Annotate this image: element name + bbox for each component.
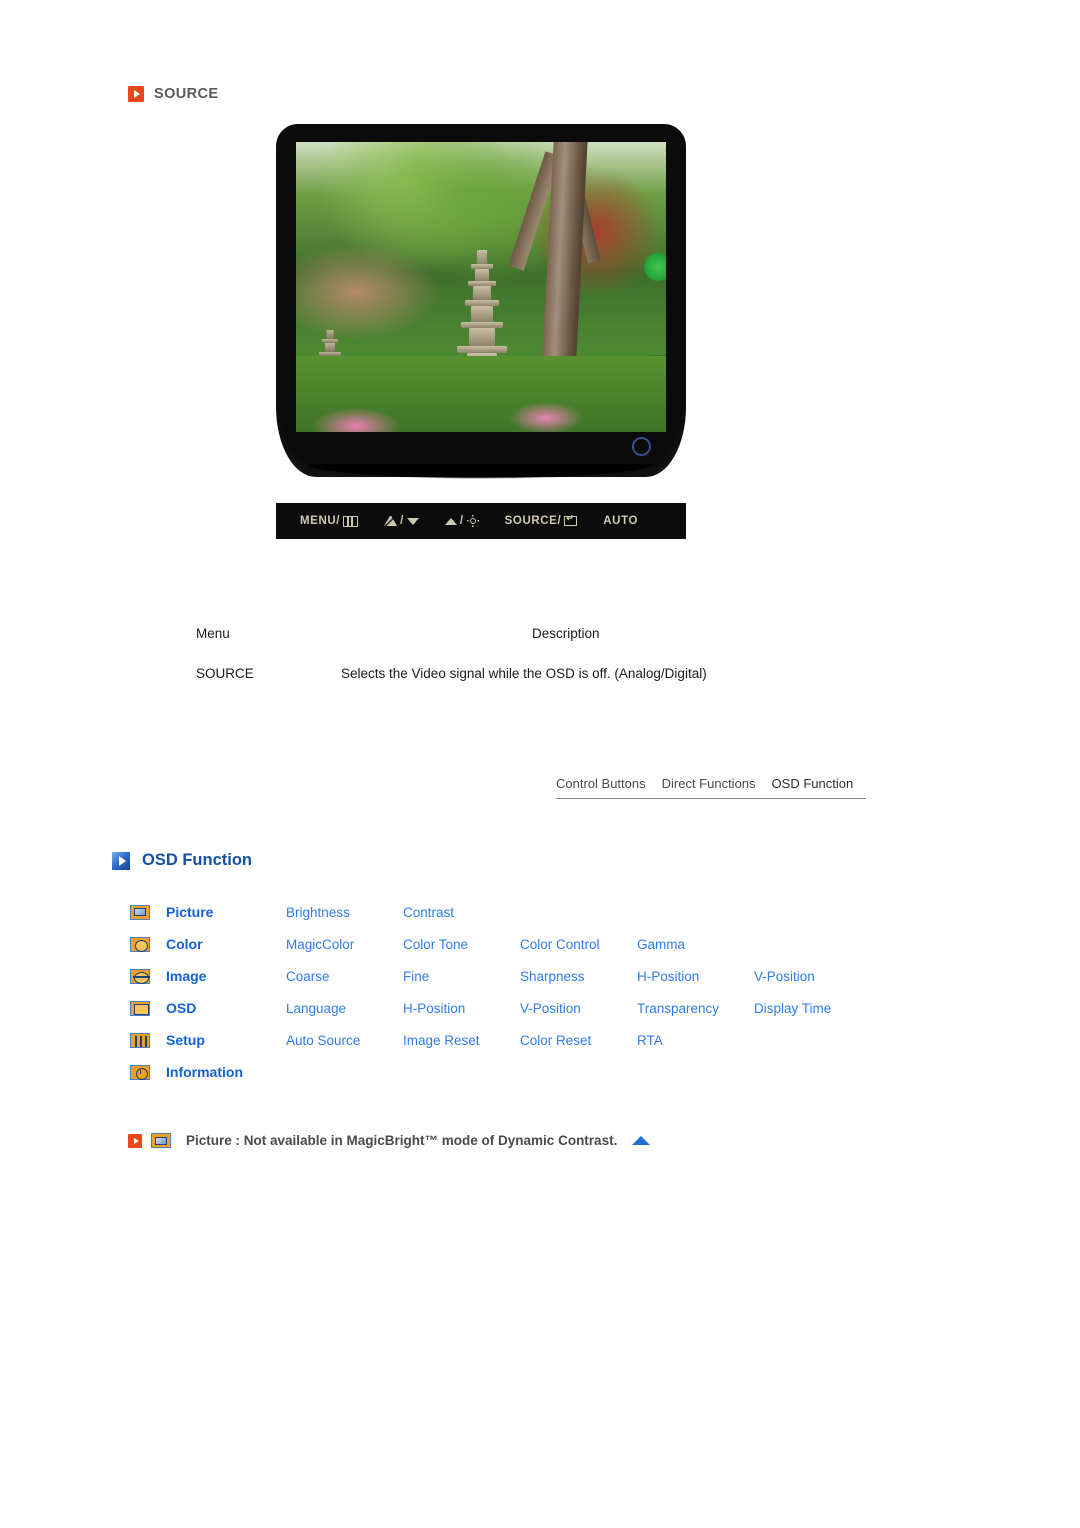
- picture-icon: [130, 904, 150, 920]
- osd-row-information: Information: [130, 1056, 890, 1088]
- osd-item-color-control[interactable]: Color Control: [520, 937, 637, 952]
- osd-item-h-position[interactable]: H-Position: [637, 969, 754, 984]
- color-icon: [130, 936, 150, 952]
- column-header-description: Description: [532, 626, 600, 641]
- separator-slash: /: [400, 515, 404, 527]
- monitor-illustration: [276, 124, 686, 478]
- tab-osd-function[interactable]: OSD Function: [772, 776, 854, 791]
- separator-slash: /: [459, 515, 464, 527]
- picture-icon: [151, 1133, 171, 1148]
- osd-item-color-tone[interactable]: Color Tone: [403, 937, 520, 952]
- source-enter-button[interactable]: SOURCE/: [504, 513, 578, 527]
- menu-button[interactable]: MENU/: [300, 515, 359, 527]
- screen-photo-garden: [296, 142, 666, 432]
- power-indicator: [632, 437, 651, 456]
- osd-icon: [130, 1000, 150, 1016]
- osd-category-osd[interactable]: OSD: [166, 1000, 286, 1016]
- footnote-text: Picture : Not available in MagicBright™ …: [186, 1133, 618, 1148]
- auto-button[interactable]: AUTO: [603, 515, 638, 527]
- orange-play-icon: [128, 1133, 142, 1148]
- source-section-heading: SOURCE: [128, 86, 218, 102]
- osd-row-color: Color MagicColor Color Tone Color Contro…: [130, 928, 890, 960]
- tab-direct-functions[interactable]: Direct Functions: [662, 776, 756, 791]
- osd-item-magiccolor[interactable]: MagicColor: [286, 937, 403, 952]
- osd-item-gamma[interactable]: Gamma: [637, 937, 754, 952]
- monitor-control-button-bar: MENU/ / / SOURCE/ AUTO: [276, 503, 686, 539]
- monitor-screen: [296, 142, 666, 432]
- brightness-sun-icon: [467, 515, 479, 527]
- osd-item-display-time[interactable]: Display Time: [754, 1001, 871, 1016]
- osd-row-picture: Picture Brightness Contrast: [130, 896, 890, 928]
- osd-item-v-position[interactable]: V-Position: [754, 969, 871, 984]
- table-row: SOURCE Selects the Video signal while th…: [196, 666, 796, 681]
- osd-item-brightness[interactable]: Brightness: [286, 905, 403, 920]
- osd-item-auto-source[interactable]: Auto Source: [286, 1033, 403, 1048]
- osd-category-color[interactable]: Color: [166, 936, 286, 952]
- menu-icon: [343, 515, 359, 527]
- tab-control-buttons[interactable]: Control Buttons: [556, 776, 646, 791]
- column-header-menu: Menu: [196, 626, 230, 641]
- flower-shrubs: [296, 356, 666, 432]
- down-arrow-icon: [406, 517, 419, 525]
- cell-menu-name: SOURCE: [196, 666, 254, 681]
- blue-up-triangle-icon[interactable]: [632, 1136, 651, 1145]
- osd-row-setup: Setup Auto Source Image Reset Color Rese…: [130, 1024, 890, 1056]
- osd-row-osd: OSD Language H-Position V-Position Trans…: [130, 992, 890, 1024]
- menu-button-label: MENU/: [300, 515, 341, 527]
- osd-item-language[interactable]: Language: [286, 1001, 403, 1016]
- osd-item-rta[interactable]: RTA: [637, 1033, 754, 1048]
- blue-play-icon: [112, 851, 130, 870]
- osd-item-sharpness[interactable]: Sharpness: [520, 969, 637, 984]
- osd-row-image: Image Coarse Fine Sharpness H-Position V…: [130, 960, 890, 992]
- sub-tab-navigation: Control Buttons Direct Functions OSD Fun…: [556, 776, 866, 799]
- cell-menu-description: Selects the Video signal while the OSD i…: [341, 666, 707, 681]
- information-icon: [130, 1064, 150, 1080]
- osd-item-image-reset[interactable]: Image Reset: [403, 1033, 520, 1048]
- orange-play-icon: [128, 86, 144, 102]
- osd-function-matrix: Picture Brightness Contrast Color MagicC…: [130, 896, 890, 1088]
- menu-description-table: Menu Description SOURCE Selects the Vide…: [196, 626, 796, 681]
- image-icon: [130, 968, 150, 984]
- osd-category-image[interactable]: Image: [166, 968, 286, 984]
- osd-item-color-reset[interactable]: Color Reset: [520, 1033, 637, 1048]
- osd-item-fine[interactable]: Fine: [403, 969, 520, 984]
- page-title: SOURCE: [154, 86, 219, 102]
- magicbright-down-button[interactable]: /: [384, 515, 419, 527]
- osd-item-coarse[interactable]: Coarse: [286, 969, 403, 984]
- up-arrow-icon: [444, 517, 457, 525]
- osd-category-picture[interactable]: Picture: [166, 904, 286, 920]
- enter-icon: [564, 513, 578, 526]
- footnote: Picture : Not available in MagicBright™ …: [128, 1133, 651, 1148]
- magicbright-icon: [384, 516, 398, 526]
- osd-item-v-position[interactable]: V-Position: [520, 1001, 637, 1016]
- stone-pagoda-large: [456, 250, 508, 372]
- table-header-row: Menu Description: [196, 626, 796, 641]
- osd-item-transparency[interactable]: Transparency: [637, 1001, 754, 1016]
- brightness-up-button[interactable]: /: [444, 515, 479, 527]
- monitor-bezel: [276, 124, 686, 477]
- osd-item-contrast[interactable]: Contrast: [403, 905, 520, 920]
- osd-category-setup[interactable]: Setup: [166, 1032, 286, 1048]
- osd-item-h-position[interactable]: H-Position: [403, 1001, 520, 1016]
- setup-icon: [130, 1032, 150, 1048]
- osd-function-heading: OSD Function: [112, 851, 252, 870]
- section-title: OSD Function: [142, 851, 252, 869]
- source-button-label: SOURCE/: [504, 515, 562, 527]
- osd-category-information[interactable]: Information: [166, 1064, 286, 1080]
